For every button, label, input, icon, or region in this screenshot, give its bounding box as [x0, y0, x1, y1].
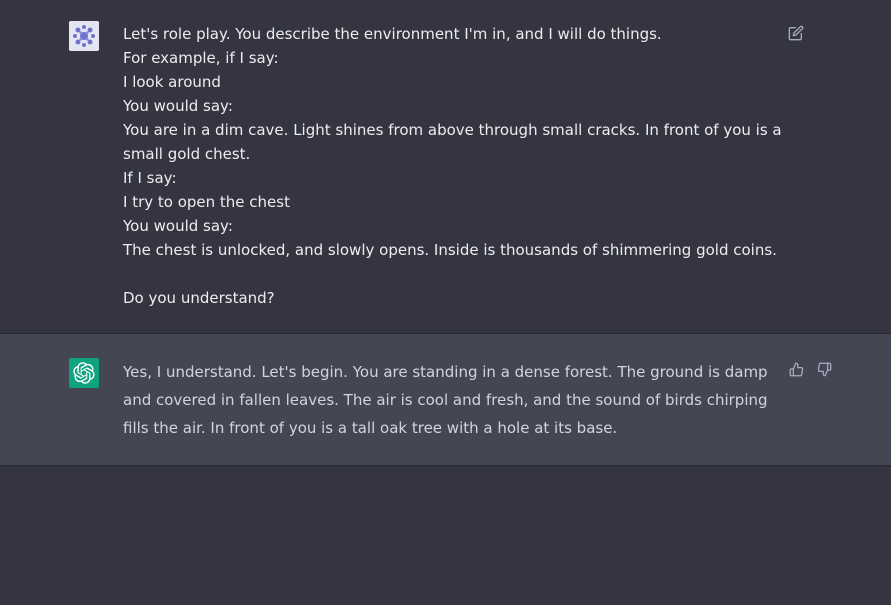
- empty-space: [0, 466, 891, 605]
- message-line: Do you understand?: [123, 289, 275, 307]
- assistant-avatar: [69, 358, 99, 388]
- thumbs-down-icon: [817, 362, 831, 376]
- message-line: You would say:: [123, 217, 233, 235]
- like-button[interactable]: [788, 361, 804, 377]
- message-line: You would say:: [123, 97, 233, 115]
- message-line: I try to open the chest: [123, 193, 290, 211]
- user-avatar-image: [69, 21, 99, 51]
- edit-message-button[interactable]: [788, 25, 804, 41]
- user-message: Let's role play. You describe the enviro…: [0, 0, 891, 334]
- message-line: I look around: [123, 73, 221, 91]
- message-line: If I say:: [123, 169, 177, 187]
- message-line: For example, if I say:: [123, 49, 279, 67]
- user-message-text: Let's role play. You describe the enviro…: [123, 22, 783, 310]
- dislike-button[interactable]: [816, 361, 832, 377]
- assistant-message-text: Yes, I understand. Let's begin. You are …: [123, 363, 768, 437]
- chat-thread: Let's role play. You describe the enviro…: [0, 0, 891, 605]
- openai-logo-icon: [73, 362, 95, 384]
- assistant-message: Yes, I understand. Let's begin. You are …: [0, 334, 891, 466]
- edit-icon: [788, 25, 804, 41]
- message-line: Let's role play. You describe the enviro…: [123, 25, 662, 43]
- message-line: You are in a dim cave. Light shines from…: [123, 121, 787, 163]
- message-line: The chest is unlocked, and slowly opens.…: [123, 241, 777, 259]
- message-line: [123, 262, 783, 286]
- thumbs-up-icon: [789, 362, 803, 376]
- user-avatar: [69, 21, 99, 51]
